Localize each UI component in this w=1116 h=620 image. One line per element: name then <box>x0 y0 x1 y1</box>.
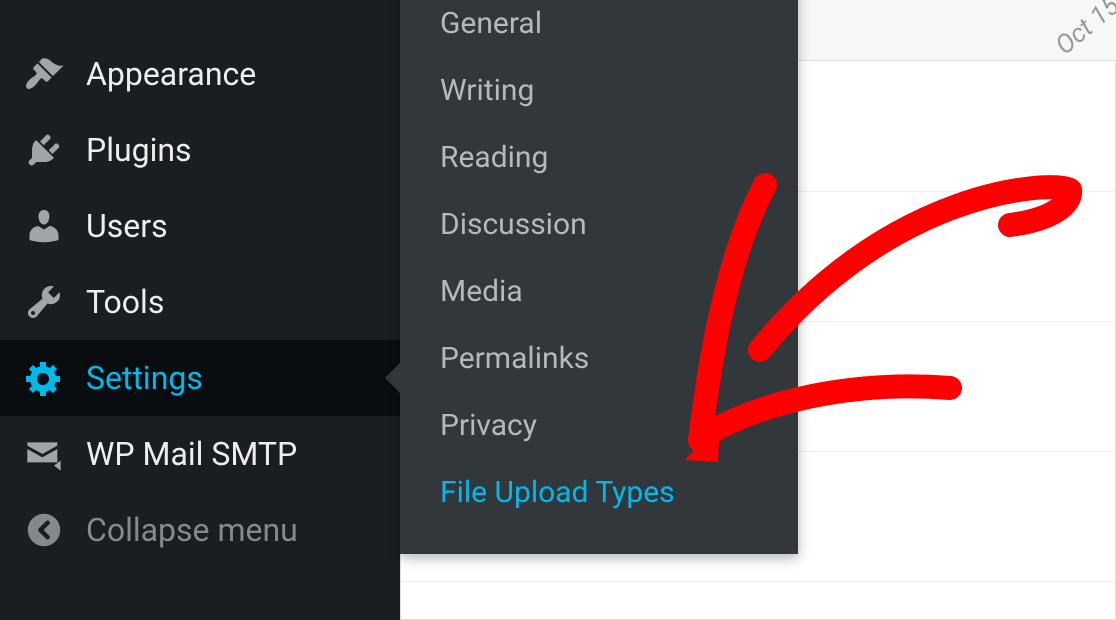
sidebar-item-users[interactable]: Users <box>0 188 400 264</box>
submenu-item-reading[interactable]: Reading <box>400 124 798 191</box>
sidebar-item-label: Users <box>86 207 168 245</box>
plugins-icon <box>24 130 64 170</box>
submenu-item-permalinks[interactable]: Permalinks <box>400 325 798 392</box>
sidebar-item-settings[interactable]: Settings <box>0 340 400 416</box>
collapse-label: Collapse menu <box>86 511 298 549</box>
sidebar-item-plugins[interactable]: Plugins <box>0 112 400 188</box>
submenu-item-privacy[interactable]: Privacy <box>400 392 798 459</box>
sidebar-item-label: Tools <box>86 283 164 321</box>
submenu-item-discussion[interactable]: Discussion <box>400 191 798 258</box>
appearance-icon <box>24 54 64 94</box>
submenu-item-file-upload-types[interactable]: File Upload Types <box>400 459 798 526</box>
sidebar-item-label: Plugins <box>86 131 192 169</box>
collapse-menu-button[interactable]: Collapse menu <box>0 492 400 568</box>
settings-submenu: General Writing Reading Discussion Media… <box>400 0 798 554</box>
sidebar-item-label: WP Mail SMTP <box>86 435 297 473</box>
sidebar-item-wp-mail-smtp[interactable]: WP Mail SMTP <box>0 416 400 492</box>
sidebar-item-label: Appearance <box>86 55 256 93</box>
row-divider <box>401 581 1115 582</box>
tools-icon <box>24 282 64 322</box>
submenu-item-media[interactable]: Media <box>400 258 798 325</box>
submenu-item-writing[interactable]: Writing <box>400 57 798 124</box>
wp-mail-smtp-icon <box>24 434 64 474</box>
date-label-oct-15: Oct 15 <box>1050 0 1116 61</box>
settings-icon <box>24 358 64 398</box>
users-icon <box>24 206 64 246</box>
sidebar-item-tools[interactable]: Tools <box>0 264 400 340</box>
sidebar-item-appearance[interactable]: Appearance <box>0 36 400 112</box>
collapse-icon <box>24 510 64 550</box>
sidebar-item-label: Settings <box>86 359 203 397</box>
admin-sidebar: Appearance Plugins Users Tools Settings <box>0 0 400 620</box>
submenu-item-general[interactable]: General <box>400 0 798 57</box>
